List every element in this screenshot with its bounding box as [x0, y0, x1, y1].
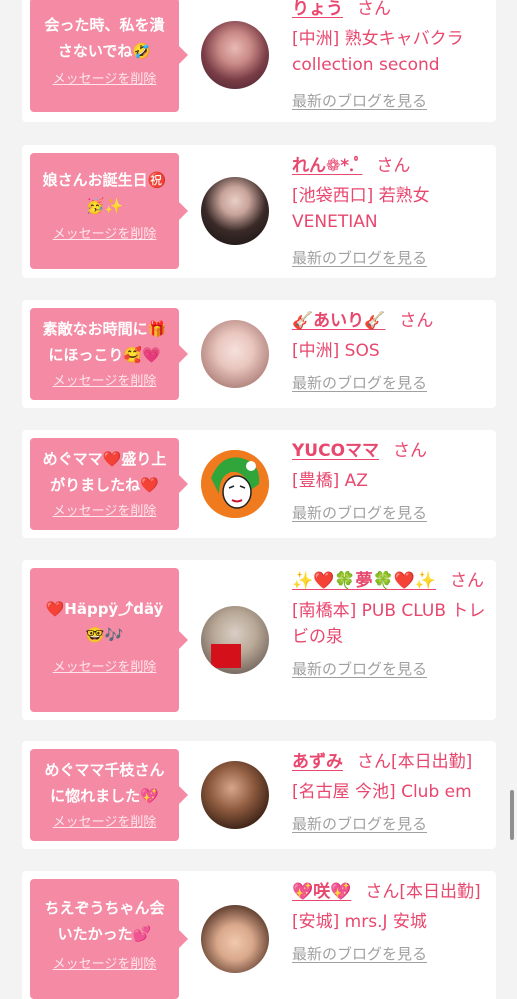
avatar[interactable]	[201, 21, 269, 89]
illustrated-avatar-icon	[201, 450, 269, 518]
profile-info: YUCOママ さん [豊橋] AZ 最新のブログを見る	[292, 438, 488, 523]
avatar[interactable]	[201, 450, 269, 518]
profile-name-link[interactable]: YUCOママ	[292, 441, 379, 461]
shop-name: [名古屋 今池] Club em	[292, 782, 472, 802]
delete-message-link[interactable]: メッセージを削除	[53, 811, 157, 830]
shop-name: [安城] mrs.J 安城	[292, 912, 427, 932]
honorific: さん[本日出勤]	[365, 882, 481, 902]
profile-info: あずみ さん[本日出勤] [名古屋 今池] Club em 最新のブログを見る	[292, 749, 488, 834]
delete-message-link[interactable]: メッセージを削除	[53, 656, 157, 675]
message-text: めぐママ❤️盛り上 がりましたね❤️	[42, 450, 167, 494]
delete-message-link[interactable]: メッセージを削除	[53, 223, 157, 242]
message-feed: 会った時、私を潰 さないでね🤣 メッセージを削除 りょう さん [中洲] 熟女キャ…	[0, 0, 517, 999]
latest-blog-link[interactable]: 最新のブログを見る	[292, 247, 427, 268]
delete-message-link[interactable]: メッセージを削除	[53, 68, 157, 87]
privacy-mask-icon	[211, 644, 241, 668]
avatar[interactable]	[201, 320, 269, 388]
message-text: ❤️Häppÿ⤴︎däÿ 🤓🎶	[45, 600, 164, 644]
message-card: ❤️Häppÿ⤴︎däÿ 🤓🎶 メッセージを削除 ✨❤️🍀夢🍀❤️✨ さん [南橋…	[22, 560, 496, 720]
message-card: めぐママ❤️盛り上 がりましたね❤️ メッセージを削除 YUCOママ さん [豊橋…	[22, 430, 496, 538]
latest-blog-link[interactable]: 最新のブログを見る	[292, 813, 427, 834]
message-text: 娘さんお誕生日㊗️ 🥳✨	[42, 171, 167, 215]
message-bubble: 娘さんお誕生日㊗️ 🥳✨ メッセージを削除	[30, 153, 188, 269]
delete-message-link[interactable]: メッセージを削除	[53, 500, 157, 519]
latest-blog-link[interactable]: 最新のブログを見る	[292, 943, 427, 964]
honorific: さん	[376, 156, 411, 176]
latest-blog-link[interactable]: 最新のブログを見る	[292, 372, 427, 393]
delete-message-link[interactable]: メッセージを削除	[53, 370, 157, 389]
profile-name-link[interactable]: あずみ	[292, 752, 343, 772]
delete-message-link[interactable]: メッセージを削除	[53, 953, 157, 972]
message-bubble: めぐママ千枝さん に惚れました💖 メッセージを削除	[30, 749, 188, 841]
profile-info: 🎸あいり🎸 さん [中洲] SOS 最新のブログを見る	[292, 308, 488, 393]
message-card: ちえぞうちゃん会 いたかった💕 メッセージを削除 💖咲💖 さん[本日出勤] [安城…	[22, 871, 496, 999]
message-card: 会った時、私を潰 さないでね🤣 メッセージを削除 りょう さん [中洲] 熟女キャ…	[22, 0, 496, 122]
honorific: さん	[357, 0, 391, 19]
message-bubble: 会った時、私を潰 さないでね🤣 メッセージを削除	[30, 0, 188, 112]
shop-name: [南橋本] PUB CLUB トレビの泉	[292, 601, 486, 647]
profile-name-link[interactable]: りょう	[292, 0, 343, 19]
profile-name-link[interactable]: 💖咲💖	[292, 882, 351, 902]
profile-info: ✨❤️🍀夢🍀❤️✨ さん [南橋本] PUB CLUB トレビの泉 最新のブログを…	[292, 568, 488, 679]
honorific: さん	[399, 311, 434, 331]
avatar[interactable]	[201, 177, 269, 245]
profile-name-link[interactable]: ✨❤️🍀夢🍀❤️✨	[292, 571, 436, 591]
message-text: 素敵なお時間に🎁 にほっこり🥰💗	[42, 320, 167, 364]
avatar[interactable]	[201, 905, 269, 973]
honorific: さん	[393, 441, 428, 461]
shop-name: [中洲] SOS	[292, 341, 380, 361]
shop-name: [中洲] 熟女キャバクラ collection second	[292, 29, 464, 75]
message-card: 娘さんお誕生日㊗️ 🥳✨ メッセージを削除 れん❁*.ﾟ さん [池袋西口] 若熟…	[22, 145, 496, 278]
message-text: ちえぞうちゃん会 いたかった💕	[44, 899, 165, 943]
message-bubble: めぐママ❤️盛り上 がりましたね❤️ メッセージを削除	[30, 438, 188, 530]
latest-blog-link[interactable]: 最新のブログを見る	[292, 502, 427, 523]
message-text: 会った時、私を潰 さないでね🤣	[44, 16, 165, 60]
profile-name-link[interactable]: 🎸あいり🎸	[292, 311, 385, 331]
shop-name: [池袋西口] 若熟女 VENETIAN	[292, 186, 430, 232]
latest-blog-link[interactable]: 最新のブログを見る	[292, 90, 427, 111]
profile-info: りょう さん [中洲] 熟女キャバクラ collection second 最新の…	[292, 0, 488, 111]
message-card: めぐママ千枝さん に惚れました💖 メッセージを削除 あずみ さん[本日出勤] [名…	[22, 741, 496, 849]
message-bubble: ちえぞうちゃん会 いたかった💕 メッセージを削除	[30, 879, 188, 999]
shop-name: [豊橋] AZ	[292, 471, 368, 491]
message-card: 素敵なお時間に🎁 にほっこり🥰💗 メッセージを削除 🎸あいり🎸 さん [中洲] S…	[22, 300, 496, 408]
message-text: めぐママ千枝さん に惚れました💖	[44, 761, 165, 805]
message-bubble: 素敵なお時間に🎁 にほっこり🥰💗 メッセージを削除	[30, 308, 188, 400]
message-bubble: ❤️Häppÿ⤴︎däÿ 🤓🎶 メッセージを削除	[30, 568, 188, 712]
profile-info: れん❁*.ﾟ さん [池袋西口] 若熟女 VENETIAN 最新のブログを見る	[292, 153, 488, 268]
honorific: さん	[450, 571, 485, 591]
scrollbar[interactable]	[510, 790, 514, 840]
avatar[interactable]	[201, 606, 269, 674]
honorific: さん[本日出勤]	[357, 752, 473, 772]
profile-info: 💖咲💖 さん[本日出勤] [安城] mrs.J 安城 最新のブログを見る	[292, 879, 488, 964]
latest-blog-link[interactable]: 最新のブログを見る	[292, 658, 427, 679]
profile-name-link[interactable]: れん❁*.ﾟ	[292, 156, 362, 176]
avatar[interactable]	[201, 761, 269, 829]
